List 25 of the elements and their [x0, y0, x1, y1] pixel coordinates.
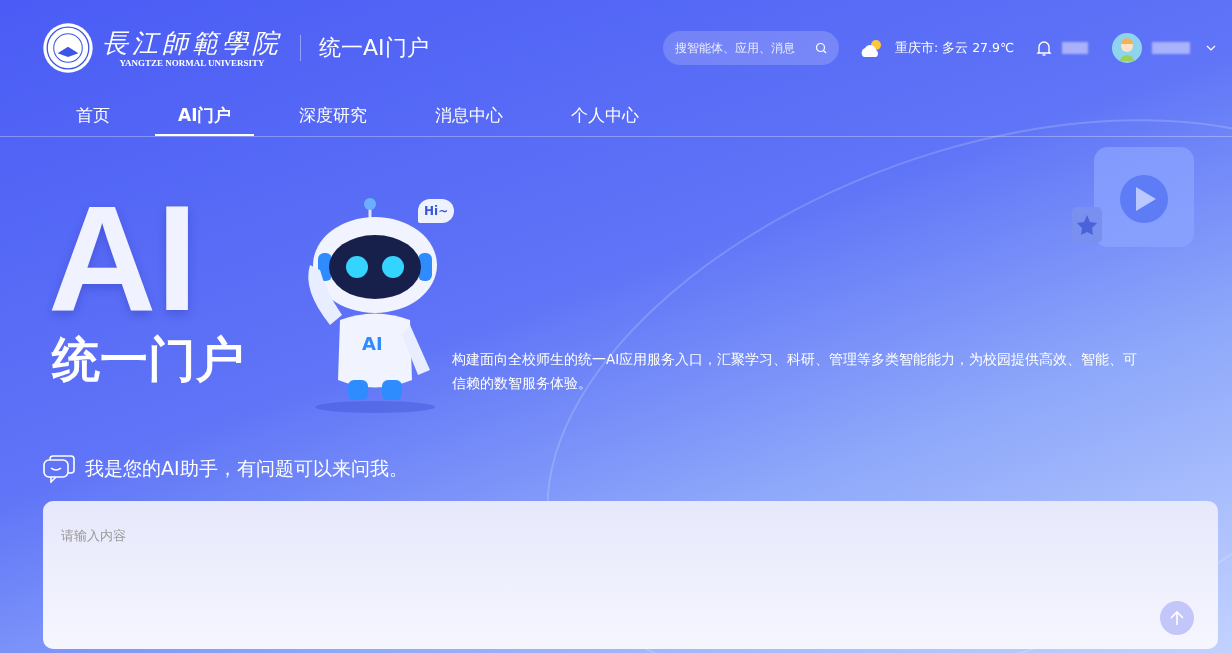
hero-subtitle: 统一门户 — [50, 330, 244, 389]
redacted-block — [1152, 42, 1190, 54]
assistant-heading: 我是您的AI助手，有问题可以来问我。 — [85, 456, 408, 481]
nav-tab[interactable]: 消息中心 — [412, 96, 527, 136]
robot-chest-label: AI — [362, 333, 383, 354]
chat-input-field[interactable]: 请输入内容 — [43, 501, 1218, 649]
hero-title: AI — [48, 193, 198, 323]
hero-description: 构建面向全校师生的统一AI应用服务入口，汇聚学习、科研、管理等多类智能能力，为校园提供高效、智能、可信赖的数智服务体验。 — [452, 350, 1139, 393]
chevron-down-icon[interactable] — [1206, 45, 1216, 51]
nav-tab[interactable]: 个人中心 — [548, 96, 663, 136]
university-name-english: YANGTZE NORMAL UNIVERSITY — [119, 58, 265, 68]
university-name: 長江師範學院 — [102, 28, 282, 58]
nav-tab[interactable]: 首页 — [53, 96, 133, 136]
chat-bubbles-icon — [43, 455, 75, 483]
weather-text: 重庆市: 多云 27.9℃ — [894, 39, 1014, 57]
avatar-icon[interactable] — [1112, 33, 1142, 63]
speech-bubble: Hi~ — [418, 199, 455, 223]
redacted-block — [1062, 42, 1088, 54]
notification-bell-icon[interactable] — [1036, 39, 1052, 57]
nav-tab[interactable]: 深度研究 — [276, 96, 391, 136]
portal-title: 统一AI门户 — [319, 34, 429, 62]
nav-tab[interactable]: AI门户 — [155, 96, 255, 136]
arrow-up-icon — [1170, 610, 1184, 626]
university-seal-icon — [42, 22, 94, 74]
search-icon — [814, 42, 827, 54]
